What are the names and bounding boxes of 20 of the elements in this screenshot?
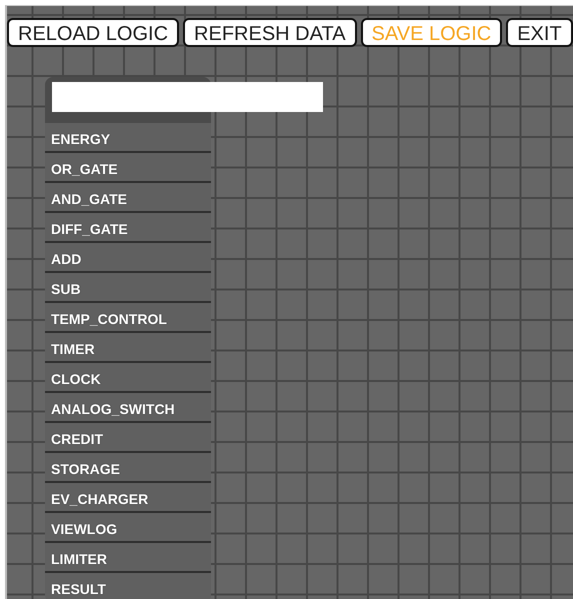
search-field[interactable] [52, 82, 323, 112]
palette-item[interactable]: ADD [45, 243, 211, 273]
palette-item[interactable]: DIFF_GATE [45, 213, 211, 243]
palette-item[interactable]: ANALOG_SWITCH [45, 393, 211, 423]
palette-item[interactable]: STORAGE [45, 453, 211, 483]
palette-item[interactable]: CREDIT [45, 423, 211, 453]
palette-item[interactable]: ENERGY [45, 123, 211, 153]
palette-item[interactable]: LIMITER [45, 543, 211, 573]
palette-item[interactable]: VIEWLOG [45, 513, 211, 543]
palette-item[interactable]: SUB [45, 273, 211, 303]
palette-item[interactable]: OR_GATE [45, 153, 211, 183]
toolbar-button[interactable]: REFRESH DATA [183, 18, 357, 47]
palette-item[interactable]: TIMER [45, 333, 211, 363]
palette-item[interactable]: AND_GATE [45, 183, 211, 213]
toolbar-button[interactable]: RELOAD LOGIC [7, 18, 180, 47]
palette-item[interactable]: CLOCK [45, 363, 211, 393]
palette-item[interactable]: RESULT [45, 573, 211, 599]
palette-item[interactable]: TEMP_CONTROL [45, 303, 211, 333]
palette-item[interactable]: EV_CHARGER [45, 483, 211, 513]
toolbar-button[interactable]: EXIT [506, 18, 573, 47]
